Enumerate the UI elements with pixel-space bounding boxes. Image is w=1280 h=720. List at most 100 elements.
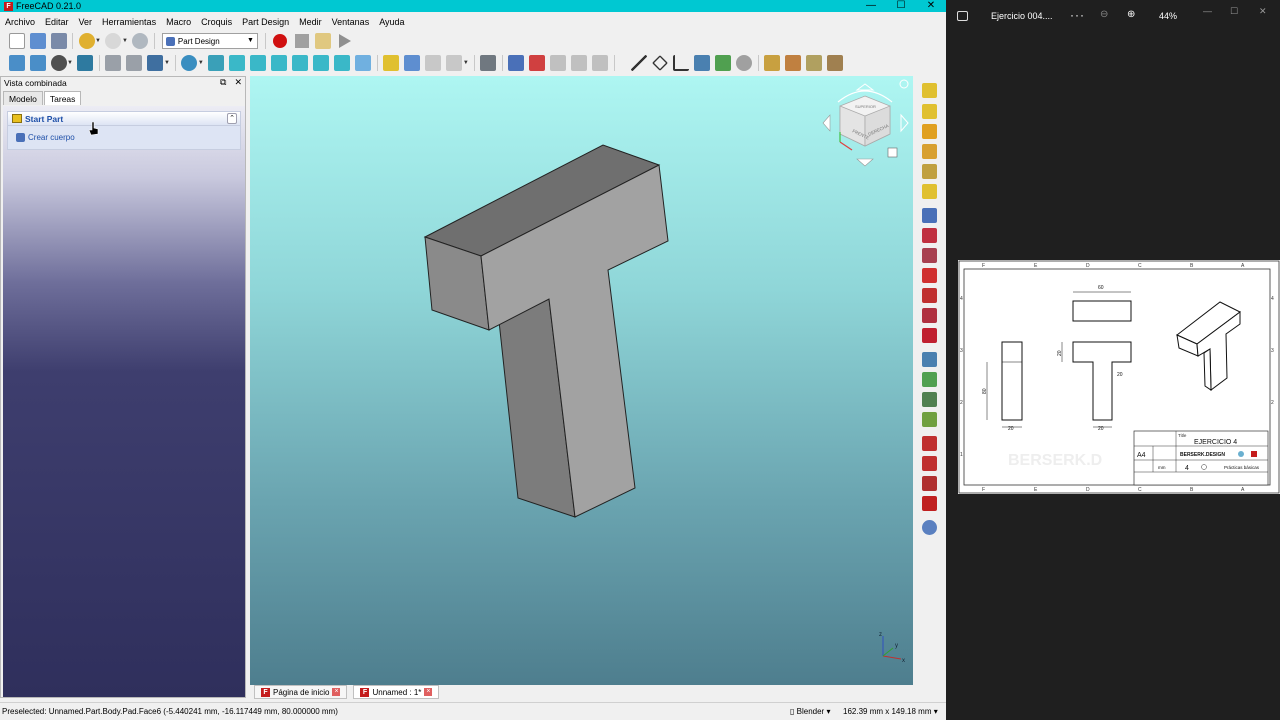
dimension-readout[interactable]: 162.39 mm x 149.18 mm ▾ (843, 707, 938, 716)
shape-binder-icon[interactable] (592, 55, 609, 71)
whats-this-icon[interactable] (480, 55, 497, 71)
minimize-button[interactable]: — (856, 0, 886, 12)
undo-icon[interactable] (78, 33, 95, 49)
measure-icon[interactable] (355, 55, 372, 71)
multi-transform-icon[interactable] (922, 456, 937, 471)
pipe-icon[interactable] (827, 55, 844, 71)
menu-archivo[interactable]: Archivo (0, 14, 40, 30)
collapse-icon[interactable]: ⌃ (227, 113, 237, 124)
viewer-maximize-button[interactable]: ☐ (1230, 6, 1238, 17)
tab-unnamed-document[interactable]: F Unnamed : 1* × (353, 685, 440, 699)
local-coordinate-icon[interactable] (673, 55, 690, 71)
menu-part-design[interactable]: Part Design (237, 14, 294, 30)
nav-cube-bottom-arrow-icon[interactable] (856, 158, 874, 167)
top-view-icon[interactable] (250, 55, 267, 71)
macro-record-icon[interactable] (272, 34, 287, 48)
zoom-icon[interactable] (181, 55, 198, 71)
datum-point-icon[interactable] (620, 55, 626, 71)
t-shaped-solid[interactable] (423, 144, 669, 518)
tab-modelo[interactable]: Modelo (3, 91, 43, 105)
additive-pipe-icon[interactable] (922, 164, 937, 179)
pad-icon[interactable] (764, 55, 781, 71)
navigation-cube[interactable]: FRENTE DERECHA SUPERIOR (822, 79, 909, 167)
macro-run-icon[interactable] (338, 34, 351, 48)
workbench-selector[interactable]: Part Design ▼ (161, 33, 258, 49)
redo-dropdown-icon[interactable]: ▼ (122, 38, 128, 44)
thickness-icon[interactable] (922, 412, 937, 427)
nav-cube-menu-icon[interactable] (887, 147, 898, 158)
subtractive-loft-icon[interactable] (922, 208, 937, 223)
hole-feature-icon[interactable] (922, 124, 937, 139)
close-panel-icon[interactable]: ✕ (234, 77, 242, 88)
gallery-icon[interactable] (957, 11, 968, 21)
boolean-2-icon[interactable] (922, 496, 937, 511)
create-group-icon[interactable] (404, 55, 421, 71)
back-arrow-icon[interactable] (105, 55, 122, 71)
chamfer-icon[interactable] (922, 372, 937, 387)
zoom-out-icon[interactable]: ⊖ (1100, 9, 1108, 20)
menu-medir[interactable]: Medir (294, 14, 327, 30)
sync-view-icon[interactable] (147, 55, 164, 71)
mirror-icon[interactable] (922, 288, 937, 303)
menu-ventanas[interactable]: Ventanas (327, 14, 375, 30)
bounding-box-icon[interactable] (77, 55, 94, 71)
right-view-icon[interactable] (271, 55, 288, 71)
rear-view-icon[interactable] (292, 55, 309, 71)
close-button[interactable]: ✕ (916, 0, 946, 12)
loft-icon[interactable] (806, 55, 823, 71)
maximize-button[interactable]: ☐ (886, 0, 916, 12)
3d-viewport[interactable]: FRENTE DERECHA SUPERIOR z y x (250, 76, 913, 685)
float-panel-icon[interactable]: ⧉ (220, 77, 226, 88)
datum-line-icon[interactable] (631, 55, 648, 71)
viewer-close-button[interactable]: ✕ (1259, 6, 1267, 17)
menu-croquis[interactable]: Croquis (196, 14, 237, 30)
tab-start-page[interactable]: F Página de inicio × (254, 685, 348, 699)
save-file-icon[interactable] (50, 33, 67, 49)
front-view-icon[interactable] (229, 55, 246, 71)
menu-herramientas[interactable]: Herramientas (97, 14, 161, 30)
close-tab-icon[interactable]: × (332, 688, 341, 696)
isometric-view-icon[interactable] (208, 55, 225, 71)
create-sketch-icon[interactable] (529, 55, 546, 71)
link-actions-icon[interactable] (446, 55, 463, 71)
additive-primitive-icon[interactable] (922, 184, 937, 199)
menu-macro[interactable]: Macro (161, 14, 196, 30)
revolution-icon[interactable] (785, 55, 802, 71)
datum-plane-icon[interactable] (652, 55, 669, 71)
nav-cube-right-arrow-icon[interactable] (900, 113, 909, 133)
sub-shape-binder-icon[interactable] (715, 55, 732, 71)
open-file-icon[interactable] (29, 33, 46, 49)
refresh-icon[interactable] (132, 33, 149, 49)
scaled-icon[interactable] (922, 476, 937, 491)
pad-feature-icon[interactable] (922, 83, 937, 98)
polar-pattern-icon[interactable] (922, 328, 937, 343)
linear-pattern-icon[interactable] (922, 308, 937, 323)
forward-arrow-icon[interactable] (126, 55, 143, 71)
fillet-icon[interactable] (922, 352, 937, 367)
link-icon[interactable] (425, 55, 442, 71)
bottom-view-icon[interactable] (313, 55, 330, 71)
clone-2-icon[interactable] (736, 55, 753, 71)
nav-cube-top-arrow-icon[interactable] (855, 83, 875, 91)
subtractive-pipe-icon[interactable] (922, 228, 937, 243)
draft-icon[interactable] (922, 392, 937, 407)
create-part-icon[interactable] (383, 55, 400, 71)
draw-style-icon[interactable] (50, 55, 67, 71)
subtractive-helix-icon[interactable] (922, 248, 937, 263)
menu-editar[interactable]: Editar (40, 14, 74, 30)
clone-icon[interactable] (571, 55, 588, 71)
close-tab-icon[interactable]: × (424, 688, 433, 696)
macro-stop-icon[interactable] (294, 34, 309, 48)
menu-ver[interactable]: Ver (74, 14, 98, 30)
boolean-icon[interactable] (922, 436, 937, 451)
create-body-link[interactable]: Crear cuerpo (28, 133, 75, 142)
more-options-button[interactable]: ··· (1070, 8, 1085, 22)
left-view-icon[interactable] (334, 55, 351, 71)
macro-edit-icon[interactable] (315, 33, 332, 49)
new-file-icon[interactable] (8, 33, 25, 49)
zoom-in-icon[interactable]: ⊕ (1127, 9, 1135, 20)
viewer-minimize-button[interactable]: — (1203, 6, 1212, 16)
shape-binder-2-icon[interactable] (694, 55, 711, 71)
subtractive-primitive-icon[interactable] (922, 268, 937, 283)
undo-dropdown-icon[interactable]: ▼ (95, 38, 101, 44)
